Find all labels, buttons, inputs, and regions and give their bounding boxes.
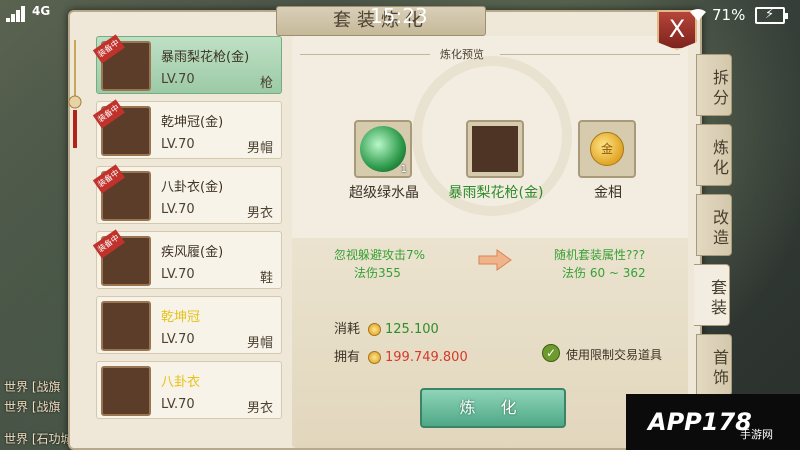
tab-set[interactable]: 套装 [694,264,730,326]
list-item[interactable]: 装备中 暴雨梨花枪(金) LV.70 枪 [92,34,282,94]
checkbox-label: 使用限制交易道具 [566,348,663,362]
slot-name: 超级绿水晶 [349,185,419,201]
green-crystal-icon [360,126,406,172]
item-type: 枪 [259,76,273,91]
list-item[interactable]: 乾坤冠 LV.70 男帽 [96,296,282,354]
refine-button[interactable]: 炼 化 [420,388,566,428]
restricted-items-checkbox[interactable]: ✓ [542,344,560,362]
item-name: 疾风履(金) [161,245,224,260]
item-level: LV.70 [161,72,195,87]
item-name: 八卦衣 [161,375,201,390]
equipment-list: 装备中 暴雨梨花枪(金) LV.70 枪 装备中 乾坤冠(金) LV.70 男帽… [92,34,284,450]
slot-name: 暴雨梨花枪(金) [448,185,544,201]
item-level: LV.70 [161,397,195,412]
consume-label: 消耗 [334,322,361,337]
equipment-slot[interactable] [466,120,524,178]
item-quantity: 1 [400,164,407,175]
status-bar: 4G 15:23 71% ⚡ [0,0,800,32]
result-stat: 随机套装属性??? [554,248,646,262]
item-name: 八卦衣(金) [161,180,224,195]
spear-icon [472,126,518,172]
divider [500,54,680,55]
robe-icon [101,366,151,416]
item-level: LV.70 [161,137,195,152]
preview-label: 炼化预览 [440,48,484,61]
current-stat: 法伤355 [354,266,401,280]
wifi-icon [690,8,706,21]
chat-line: 世界 [石功城 [4,432,73,446]
item-type: 男帽 [246,141,273,156]
item-type: 鞋 [259,271,273,286]
tassel-ornament [68,40,82,148]
list-item[interactable]: 装备中 乾坤冠(金) LV.70 男帽 [92,99,282,159]
item-level: LV.70 [161,202,195,217]
arrow-right-icon [478,249,512,271]
item-level: LV.70 [161,332,195,347]
slot-name: 金相 [594,185,622,201]
item-type: 男衣 [246,206,273,221]
signal-icon [6,6,30,22]
own-row: 拥有 199.749.800 [334,346,468,365]
own-value: 199.749.800 [385,350,468,365]
item-type: 男帽 [246,336,273,351]
list-item[interactable]: 装备中 八卦衣(金) LV.70 男衣 [92,164,282,224]
own-label: 拥有 [334,350,361,365]
preview-area [292,36,688,448]
consume-row: 消耗 125.100 [334,318,439,337]
tab-modify[interactable]: 改造 [696,194,732,256]
helmet-icon [101,301,151,351]
item-name: 乾坤冠(金) [161,115,224,130]
tab-refine[interactable]: 炼化 [696,124,732,186]
battery-icon: ⚡ [755,7,788,24]
chat-line: 世界 [战旗 [4,380,61,394]
consume-value: 125.100 [385,322,439,337]
item-name: 暴雨梨花枪(金) [161,50,250,65]
coin-icon [368,323,382,336]
coin-icon [368,351,382,364]
material-slot[interactable]: 1 [354,120,412,178]
clock: 15:23 [370,4,428,28]
watermark-logo: APP178 手游网 [626,394,800,450]
tab-split[interactable]: 拆分 [696,54,732,116]
current-stat: 忽视躲避攻击7% [334,248,426,262]
network-type: 4G [32,4,51,18]
divider [300,54,430,55]
gold-coin-icon: 金 [590,132,624,166]
logo-subtext: 手游网 [740,428,773,441]
battery-percent: 71% [712,6,746,24]
result-stat: 法伤 60 ~ 362 [562,266,646,280]
logo-text: APP178 [648,408,752,436]
chat-line: 世界 [战旗 [4,400,61,414]
item-type: 男衣 [246,401,273,416]
tab-jewelry[interactable]: 首饰 [696,334,732,396]
item-name: 乾坤冠 [161,310,201,325]
result-slot[interactable]: 金 [578,120,636,178]
item-level: LV.70 [161,267,195,282]
list-item[interactable]: 八卦衣 LV.70 男衣 [96,361,282,419]
list-item[interactable]: 装备中 疾风履(金) LV.70 鞋 [92,229,282,289]
